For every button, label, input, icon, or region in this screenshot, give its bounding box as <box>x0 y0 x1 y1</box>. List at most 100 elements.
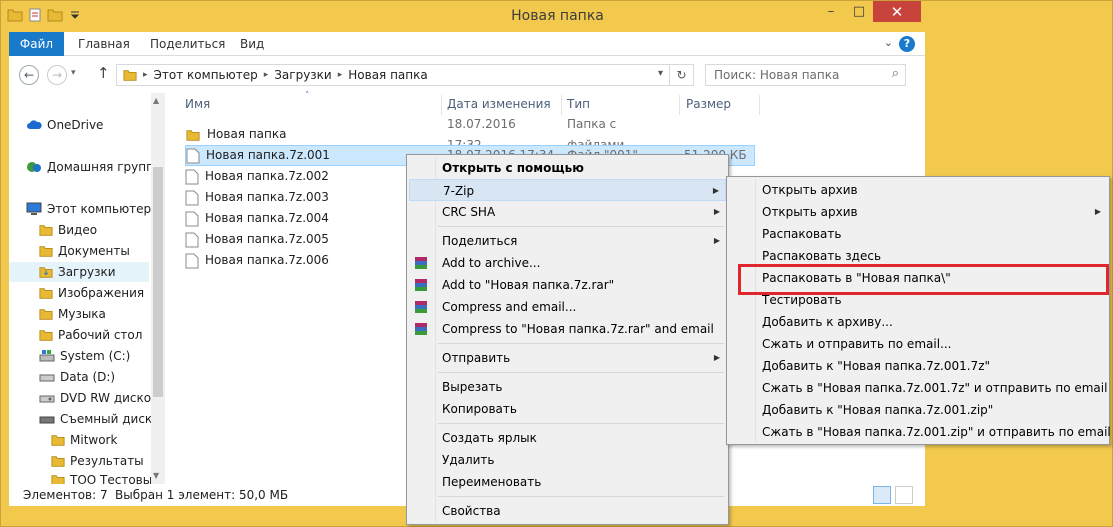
menu-item-crc-sha[interactable]: CRC SHA ▶ <box>409 201 726 223</box>
folder-icon <box>39 288 53 299</box>
usb-drive-icon <box>39 416 55 424</box>
nav-item-mitwork[interactable]: Mitwork <box>51 430 191 450</box>
submenu-item-add-7z[interactable]: Добавить к "Новая папка.7z.001.7z" <box>729 355 1107 377</box>
menu-item-properties[interactable]: Свойства <box>409 500 726 522</box>
winrar-icon <box>415 301 427 313</box>
menu-item-add-archive[interactable]: Add to archive... <box>409 252 726 274</box>
file-row[interactable]: Новая папка.7z.003 <box>185 187 329 208</box>
menu-separator <box>438 496 724 497</box>
submenu-item-extract[interactable]: Распаковать <box>729 223 1107 245</box>
winrar-icon <box>415 279 427 291</box>
winrar-icon <box>415 323 427 335</box>
submenu-arrow-icon: ▶ <box>712 186 719 195</box>
tab-share[interactable]: Поделиться <box>150 32 225 56</box>
status-item-count: Элементов: 7 <box>23 488 108 502</box>
nav-item-results[interactable]: Результаты <box>51 451 191 471</box>
column-header-date[interactable]: Дата изменения <box>447 97 551 111</box>
search-icon[interactable]: ⌕ <box>892 66 899 81</box>
navigation-pane: OneDrive Домашняя группа Этот компьютер … <box>9 93 166 487</box>
submenu-item-open-archive-more[interactable]: Открыть архив ▶ <box>729 201 1107 223</box>
file-row[interactable]: Новая папка.7z.005 <box>185 229 329 250</box>
file-icon <box>185 211 199 226</box>
column-separator[interactable] <box>441 95 442 115</box>
menu-item-cut[interactable]: Вырезать <box>409 376 726 398</box>
folder-icon <box>39 330 53 341</box>
menu-item-compress-email[interactable]: Compress and email... <box>409 296 726 318</box>
minimize-button[interactable]: – <box>817 1 845 22</box>
tab-view[interactable]: Вид <box>240 32 264 56</box>
column-header-size[interactable]: Размер <box>686 97 731 111</box>
sort-up-icon: ˄ <box>305 91 310 101</box>
breadcrumb-separator-icon: ▸ <box>263 70 269 80</box>
file-row[interactable]: Новая папка.7z.004 <box>185 208 329 229</box>
nav-item-this-pc[interactable]: Этот компьютер <box>26 199 166 219</box>
window-title: Новая папка <box>511 8 604 24</box>
folder-icon <box>39 267 53 278</box>
column-separator[interactable] <box>759 95 760 115</box>
file-row[interactable]: Новая папка.7z.006 <box>185 250 329 271</box>
window-controls: – □ ✕ <box>817 1 921 22</box>
address-bar[interactable]: ▸ Этот компьютер ▸ Загрузки ▸ Новая папк… <box>116 64 694 86</box>
scroll-down-icon[interactable]: ▼ <box>153 471 159 480</box>
close-button[interactable]: ✕ <box>873 1 921 22</box>
tab-home[interactable]: Главная <box>78 32 130 56</box>
menu-item-open-with[interactable]: Открыть с помощью <box>409 157 726 179</box>
cloud-icon <box>27 120 42 129</box>
menu-item-share[interactable]: Поделиться ▶ <box>409 230 726 252</box>
scroll-up-icon[interactable]: ▲ <box>153 96 159 105</box>
submenu-item-add-to-archive[interactable]: Добавить к архиву... <box>729 311 1107 333</box>
menu-item-add-rar[interactable]: Add to "Новая папка.7z.rar" <box>409 274 726 296</box>
nav-item-onedrive[interactable]: OneDrive <box>26 115 166 135</box>
menu-item-create-shortcut[interactable]: Создать ярлык <box>409 427 726 449</box>
back-arrow-icon[interactable]: ← <box>19 65 39 85</box>
details-view-icon[interactable] <box>873 486 891 504</box>
breadcrumb-new-folder[interactable]: Новая папка <box>348 68 427 82</box>
submenu-item-compress-7z-email[interactable]: Сжать в "Новая папка.7z.001.7z" и отправ… <box>729 377 1107 399</box>
submenu-item-open-archive[interactable]: Открыть архив <box>729 179 1107 201</box>
tab-file[interactable]: Файл <box>9 32 64 56</box>
column-header-name[interactable]: Имя <box>185 97 210 111</box>
chevron-down-icon[interactable]: ⌄ <box>884 36 893 49</box>
folder-icon <box>51 435 65 446</box>
menu-item-send-to[interactable]: Отправить ▶ <box>409 347 726 369</box>
forward-arrow-icon[interactable]: → <box>47 65 67 85</box>
file-row[interactable]: Новая папка 18.07.2016 17:32 Папка с фай… <box>185 117 624 152</box>
menu-item-copy[interactable]: Копировать <box>409 398 726 420</box>
nav-item-downloads[interactable]: Загрузки <box>9 262 149 282</box>
menu-item-7zip[interactable]: 7-Zip ▶ <box>409 179 726 201</box>
highlight-box <box>738 264 1109 295</box>
menu-separator <box>438 372 724 373</box>
column-separator[interactable] <box>679 95 680 115</box>
up-arrow-icon[interactable]: ↑ <box>97 64 110 82</box>
folder-icon <box>39 225 53 236</box>
breadcrumb-downloads[interactable]: Загрузки <box>274 68 332 82</box>
file-row[interactable]: Новая папка.7z.002 <box>185 166 329 187</box>
maximize-button[interactable]: □ <box>845 1 873 22</box>
search-input[interactable]: Поиск: Новая папка ⌕ <box>705 64 906 86</box>
menu-item-delete[interactable]: Удалить <box>409 449 726 471</box>
scrollbar-thumb[interactable] <box>153 167 163 397</box>
file-icon <box>185 169 199 184</box>
nav-item-homegroup[interactable]: Домашняя группа <box>26 157 166 177</box>
column-separator[interactable] <box>561 95 562 115</box>
address-dropdown-icon[interactable]: ▾ <box>658 68 663 79</box>
recent-locations-icon[interactable]: ▾ <box>71 68 76 78</box>
file-icon <box>185 232 199 247</box>
help-icon[interactable]: ? <box>899 36 915 52</box>
refresh-icon[interactable]: ↻ <box>669 65 693 85</box>
winrar-icon <box>415 257 427 269</box>
column-header-type[interactable]: Тип <box>567 97 590 111</box>
submenu-item-compress-email[interactable]: Сжать и отправить по email... <box>729 333 1107 355</box>
menu-item-rename[interactable]: Переименовать <box>409 471 726 493</box>
drive-icon <box>39 374 55 382</box>
file-icon <box>185 253 199 268</box>
folder-icon <box>39 309 53 320</box>
submenu-item-add-zip[interactable]: Добавить к "Новая папка.7z.001.zip" <box>729 399 1107 421</box>
submenu-item-compress-zip-email[interactable]: Сжать в "Новая папка.7z.001.zip" и отпра… <box>729 421 1111 443</box>
nav-scrollbar[interactable]: ▲ ▼ <box>151 93 165 484</box>
submenu-arrow-icon: ▶ <box>713 207 720 216</box>
large-icons-view-icon[interactable] <box>895 486 913 504</box>
menu-item-compress-rar-email[interactable]: Compress to "Новая папка.7z.rar" and ema… <box>409 318 726 340</box>
menu-separator <box>438 226 724 227</box>
breadcrumb-this-pc[interactable]: Этот компьютер <box>154 68 258 82</box>
